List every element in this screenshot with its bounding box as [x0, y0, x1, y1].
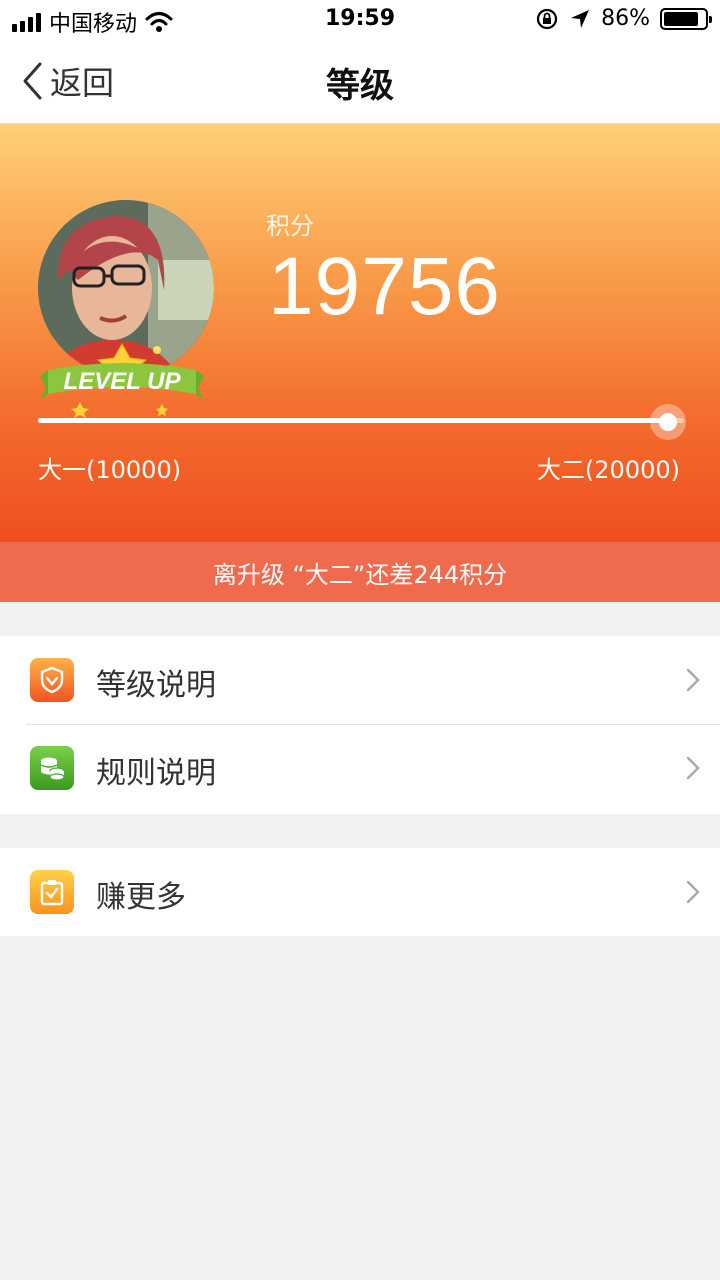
nav-bar: 返回 等级: [0, 40, 720, 124]
menu-item-rules-info[interactable]: 规则说明: [0, 724, 720, 812]
level-progress-fill: [38, 418, 669, 423]
current-level-label: 大一(10000): [38, 456, 182, 484]
menu-group-info: 等级说明 规则说明: [0, 636, 720, 814]
level-progress-thumb: [650, 404, 687, 440]
chevron-right-icon: [686, 880, 700, 904]
battery-percent: 86%: [601, 6, 650, 31]
menu-label-rules-info: 规则说明: [96, 756, 216, 791]
score-value: 19756: [268, 241, 502, 332]
score-label: 积分: [266, 212, 314, 240]
status-right: 86%: [535, 6, 712, 31]
menu-item-earn-more[interactable]: 赚更多: [0, 848, 720, 936]
level-up-text: LEVEL UP: [64, 368, 182, 395]
chevron-right-icon: [686, 668, 700, 692]
location-arrow-icon: [571, 9, 590, 28]
menu-item-level-info[interactable]: 等级说明: [0, 636, 720, 724]
clipboard-check-icon: [30, 870, 74, 914]
level-progress-track: [38, 418, 684, 423]
menu-label-level-info: 等级说明: [96, 668, 216, 703]
chevron-right-icon: [686, 756, 700, 780]
menu-group-earn: 赚更多: [0, 848, 720, 936]
page-title: 等级: [326, 66, 394, 106]
status-bar: 中国移动 19:59 86%: [0, 0, 720, 40]
coins-icon: [30, 746, 74, 790]
battery-icon: [660, 7, 712, 30]
menu-label-earn-more: 赚更多: [96, 880, 186, 915]
shield-icon: [30, 658, 74, 702]
points-remaining-banner: 离升级 “大二”还差244积分: [0, 542, 720, 602]
level-up-badge: LEVEL UP: [40, 342, 204, 418]
next-level-label: 大二(20000): [536, 456, 680, 484]
points-remaining-text: 离升级 “大二”还差244积分: [212, 560, 508, 589]
level-hero: LEVEL UP 积分 19756 大一(10000) 大二(20000): [0, 124, 720, 542]
orientation-lock-icon: [536, 8, 558, 29]
